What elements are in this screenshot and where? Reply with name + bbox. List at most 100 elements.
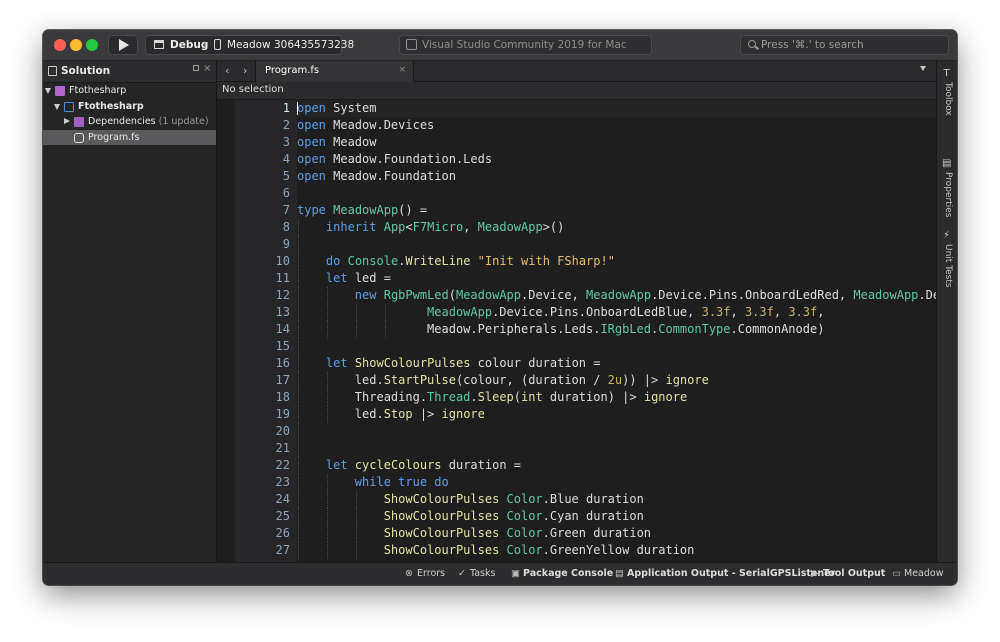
code-line: 25 ShowColourPulses Color.Cyan duration: [217, 508, 936, 525]
collapse-arrow-icon[interactable]: [64, 118, 70, 124]
toolbox-icon: T: [943, 68, 950, 79]
code-line: 10 do Console.WriteLine "Init with FShar…: [217, 253, 936, 270]
unit-tests-pad[interactable]: ⚡ Unit Tests: [939, 231, 955, 291]
package-console-pad-button[interactable]: ▣ Package Console: [511, 568, 613, 579]
tool-output-pad-button[interactable]: ▶ Tool Output: [811, 568, 885, 579]
code-line: 4 open Meadow.Foundation.Leds: [217, 151, 936, 168]
path-bar[interactable]: No selection: [217, 82, 936, 100]
application-output-pad-button[interactable]: ▤ Application Output - SerialGPSListener: [615, 568, 835, 579]
device-label: Meadow 306435573238: [227, 39, 355, 51]
tree-item-project[interactable]: Ftothesharp: [43, 99, 216, 115]
line-number: 18: [275, 390, 290, 404]
error-icon: ⊗: [405, 568, 413, 579]
status-text: Visual Studio Community 2019 for Mac: [422, 39, 627, 51]
code-text: open Meadow.Foundation.Leds: [297, 152, 493, 166]
code-line: 1 open System: [217, 100, 936, 117]
code-line: 22 let cycleColours duration =: [217, 457, 936, 474]
line-number: 26: [275, 526, 290, 540]
solution-pane: Solution × Ftothesharp Ftothesharp Depen…: [43, 61, 217, 563]
line-number: 4: [282, 152, 290, 166]
visual-studio-icon: [406, 39, 417, 50]
tab-list-dropdown-icon[interactable]: [920, 66, 926, 71]
code-line: 8 inherit App<F7Micro, MeadowApp>(): [217, 219, 936, 236]
chevron-right-icon: ›: [203, 38, 208, 50]
line-number: 20: [275, 424, 290, 438]
line-number: 16: [275, 356, 290, 370]
code-line: 11 let led =: [217, 270, 936, 287]
code-text: Meadow.Peripherals.Leds.IRgbLed.CommonTy…: [297, 322, 825, 336]
tab-program-fs[interactable]: Program.fs ×: [255, 61, 414, 82]
close-icon[interactable]: ×: [203, 63, 211, 74]
minimize-window-button[interactable]: [70, 39, 82, 51]
device-icon: [214, 39, 221, 50]
code-line: 27 ShowColourPulses Color.GreenYellow du…: [217, 542, 936, 559]
line-number: 5: [282, 169, 290, 183]
forward-arrow-icon[interactable]: ›: [243, 64, 247, 77]
code-text: MeadowApp.Device.Pins.OnboardLedBlue, 3.…: [427, 305, 825, 319]
code-area[interactable]: ✓ 1 open System 2 open Meadow.Devices 3 ope…: [217, 100, 936, 563]
code-text: new RgbPwmLed(MeadowApp.Device, MeadowAp…: [354, 288, 936, 302]
toolbox-pad[interactable]: T Toolbox: [939, 69, 955, 129]
code-line: 18 Threading.Thread.Sleep(int duration) …: [217, 389, 936, 406]
properties-pad[interactable]: ▤ Properties: [939, 159, 955, 223]
window-icon: [154, 40, 164, 49]
code-text: led.Stop |> ignore: [297, 407, 485, 421]
line-number: 10: [275, 254, 290, 268]
line-number: 22: [275, 458, 290, 472]
tasks-pad-button[interactable]: ✓ Tasks: [458, 568, 495, 579]
tree-item-solution[interactable]: Ftothesharp: [43, 83, 216, 99]
code-line: 23 while true do: [217, 474, 936, 491]
ide-window: Debug › Meadow 306435573238 Visual Studi…: [43, 30, 957, 585]
code-text: open Meadow.Devices: [297, 118, 435, 132]
run-button[interactable]: [108, 35, 138, 55]
search-box[interactable]: [740, 35, 949, 55]
code-text: inherit App<F7Micro, MeadowApp>(): [325, 220, 565, 234]
tree-item-program-fs[interactable]: Program.fs: [43, 129, 216, 145]
code-text: type MeadowApp() =: [297, 203, 428, 217]
update-count: (1 update): [155, 116, 209, 127]
code-line: 5 open Meadow.Foundation: [217, 168, 936, 185]
meadow-pad-button[interactable]: ▭ Meadow: [892, 568, 943, 579]
tree-item-label: Program.fs: [88, 131, 140, 143]
solution-pane-icon: [48, 66, 57, 76]
line-number: 1: [282, 101, 290, 115]
code-line: 21: [217, 440, 936, 457]
tree-item-dependencies[interactable]: Dependencies (1 update): [43, 114, 216, 130]
expand-arrow-icon[interactable]: [45, 88, 51, 94]
errors-pad-button[interactable]: ⊗ Errors: [405, 568, 445, 579]
pin-icon[interactable]: [193, 65, 199, 71]
code-line: 20: [217, 423, 936, 440]
code-text: ShowColourPulses Color.Blue duration: [383, 492, 644, 506]
code-text: ShowColourPulses Color.Cyan duration: [383, 509, 644, 523]
output-icon: ▤: [615, 568, 624, 579]
code-line: 17 led.StartPulse(colour, (duration / 2u…: [217, 372, 936, 389]
title-bar: Debug › Meadow 306435573238 Visual Studi…: [43, 30, 957, 61]
line-number: 19: [275, 407, 290, 421]
zoom-window-button[interactable]: [86, 39, 98, 51]
close-window-button[interactable]: [54, 39, 66, 51]
code-line: 3 open Meadow: [217, 134, 936, 151]
tree-item-label: Ftothesharp: [78, 100, 144, 112]
play-icon: ▶: [811, 568, 819, 579]
line-number: 6: [282, 186, 290, 200]
search-input[interactable]: [761, 37, 941, 53]
lightning-icon: ⚡: [942, 230, 951, 241]
configuration-selector[interactable]: Debug › Meadow 306435573238: [145, 35, 354, 55]
line-number: 23: [275, 475, 290, 489]
toolbox-label: Toolbox: [943, 82, 953, 116]
status-bar-field: Visual Studio Community 2019 for Mac: [399, 35, 652, 55]
fsharp-file-icon: [74, 132, 84, 143]
line-number: 8: [282, 220, 290, 234]
expand-arrow-icon[interactable]: [54, 103, 60, 110]
code-line: 14 Meadow.Peripherals.Leds.IRgbLed.Commo…: [217, 321, 936, 338]
code-text: let led =: [325, 271, 391, 285]
code-text: ShowColourPulses Color.Green duration: [383, 526, 652, 540]
tab-bar: ‹ › Program.fs ×: [217, 61, 936, 82]
solution-pane-title: Solution: [61, 65, 111, 77]
code-line: 12 new RgbPwmLed(MeadowApp.Device, Meado…: [217, 287, 936, 304]
tab-close-icon[interactable]: ×: [398, 65, 406, 75]
code-text: let ShowColourPulses colour duration =: [325, 356, 601, 370]
line-number: 13: [275, 305, 290, 319]
line-number: 2: [282, 118, 290, 132]
back-arrow-icon[interactable]: ‹: [225, 64, 229, 77]
